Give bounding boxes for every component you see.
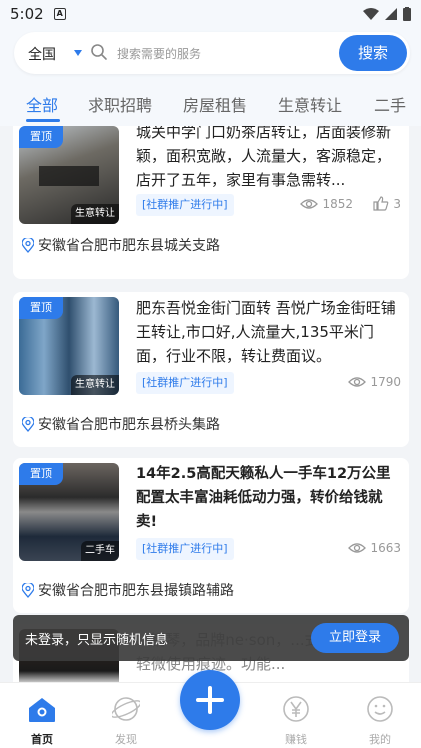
post-add-button[interactable] bbox=[180, 670, 240, 730]
promo-tag: [社群推广进行中] bbox=[136, 372, 234, 394]
nav-discover[interactable]: 发现 bbox=[96, 693, 156, 747]
post-title[interactable]: 肥东吾悦金街门面转 吾悦广场金街旺铺王转让,市口好,人流量大,135平米门面，行… bbox=[136, 296, 400, 368]
home-icon bbox=[29, 698, 55, 722]
location-text: 安徽省合肥市肥东县撮镇路辅路 bbox=[38, 583, 234, 599]
nav-profile-label: 我的 bbox=[369, 733, 391, 746]
search-button[interactable]: 搜索 bbox=[339, 35, 407, 71]
post-thumbnail[interactable]: 置顶 生意转让 bbox=[19, 126, 119, 224]
smile-icon bbox=[367, 696, 393, 722]
post-card[interactable]: 置顶 生意转让 城关中学门口奶茶店转让，店面装修新颖，面积宽敞，人流量大，客源稳… bbox=[13, 126, 409, 279]
tab-jobs[interactable]: 求职招聘 bbox=[88, 92, 152, 116]
post-card[interactable]: 置顶 生意转让 肥东吾悦金街门面转 吾悦广场金街旺铺王转让,市口好,人流量大,1… bbox=[13, 292, 409, 447]
category-badge: 生意转让 bbox=[71, 204, 119, 224]
search-icon bbox=[91, 44, 107, 60]
location-pin-icon bbox=[22, 237, 34, 253]
tab-all[interactable]: 全部 bbox=[26, 92, 58, 116]
view-count: 1852 bbox=[300, 197, 353, 211]
active-tab-indicator bbox=[26, 119, 60, 122]
post-thumbnail[interactable]: 置顶 二手车 bbox=[19, 463, 119, 561]
location-pin-icon bbox=[22, 416, 34, 432]
location-row: 安徽省合肥市肥东县桥头集路 bbox=[22, 414, 220, 434]
category-tabs: 全部 求职招聘 房屋租售 生意转让 二手 bbox=[0, 78, 421, 126]
view-count-value: 1663 bbox=[370, 541, 401, 555]
wifi-icon bbox=[363, 8, 379, 20]
login-toast: 未登录，只显示随机信息 立即登录 bbox=[13, 615, 409, 661]
location-row: 安徽省合肥市肥东县城关支路 bbox=[22, 235, 220, 255]
like-count[interactable]: 3 bbox=[373, 196, 401, 211]
region-caret-icon[interactable] bbox=[74, 50, 82, 56]
discover-icon bbox=[110, 697, 142, 721]
toast-message: 未登录，只显示随机信息 bbox=[25, 633, 169, 648]
post-thumbnail[interactable]: 置顶 生意转让 bbox=[19, 297, 119, 395]
tab-secondhand[interactable]: 二手 bbox=[374, 92, 406, 116]
login-button[interactable]: 立即登录 bbox=[311, 623, 399, 653]
nav-home[interactable]: 首页 bbox=[12, 693, 72, 747]
view-count-value: 1790 bbox=[370, 375, 401, 389]
view-count-value: 1852 bbox=[322, 197, 353, 211]
eye-icon bbox=[300, 199, 319, 209]
promo-tag: [社群推广进行中] bbox=[136, 538, 234, 560]
nav-home-label: 首页 bbox=[31, 733, 53, 746]
like-count-value: 3 bbox=[393, 196, 401, 211]
signal-icon bbox=[385, 8, 397, 20]
category-badge: 二手车 bbox=[81, 541, 119, 561]
yen-icon bbox=[283, 696, 309, 722]
nav-earn[interactable]: 赚钱 bbox=[266, 693, 326, 747]
nav-profile[interactable]: 我的 bbox=[350, 693, 410, 747]
promo-tag: [社群推广进行中] bbox=[136, 194, 234, 216]
eye-icon bbox=[348, 543, 367, 553]
category-badge: 生意转让 bbox=[71, 375, 119, 395]
notification-a-icon: A bbox=[53, 8, 66, 20]
pinned-badge: 置顶 bbox=[19, 126, 63, 148]
tab-housing[interactable]: 房屋租售 bbox=[183, 92, 247, 116]
status-right bbox=[363, 7, 411, 21]
location-row: 安徽省合肥市肥东县撮镇路辅路 bbox=[22, 580, 234, 600]
thumbnail-shelf-shape bbox=[39, 166, 99, 186]
view-count: 1663 bbox=[348, 541, 401, 555]
pinned-badge: 置顶 bbox=[19, 463, 63, 485]
pinned-badge: 置顶 bbox=[19, 297, 63, 319]
status-time: 5:02 bbox=[10, 5, 44, 23]
post-title[interactable]: 14年2.5高配天籁私人一手车12万公里配置太丰富油耗低动力强，转价给钱就卖! bbox=[136, 462, 400, 534]
post-feed[interactable]: 置顶 生意转让 城关中学门口奶茶店转让，店面装修新颖，面积宽敞，人流量大，客源稳… bbox=[0, 126, 421, 682]
region-selector[interactable]: 全国 bbox=[28, 44, 56, 64]
view-count: 1790 bbox=[348, 375, 401, 389]
location-pin-icon bbox=[22, 582, 34, 598]
thumbs-up-icon bbox=[373, 196, 389, 211]
tab-business-transfer[interactable]: 生意转让 bbox=[278, 92, 342, 116]
eye-icon bbox=[348, 377, 367, 387]
nav-discover-label: 发现 bbox=[115, 733, 137, 746]
search-box: 全国 搜索需要的服务 搜索 bbox=[14, 32, 410, 74]
location-text: 安徽省合肥市肥东县桥头集路 bbox=[38, 417, 220, 433]
search-header: 全国 搜索需要的服务 搜索 bbox=[0, 28, 421, 78]
plus-icon bbox=[196, 686, 224, 714]
location-text: 安徽省合肥市肥东县城关支路 bbox=[38, 238, 220, 254]
search-input[interactable]: 搜索需要的服务 bbox=[117, 45, 201, 62]
post-title[interactable]: 城关中学门口奶茶店转让，店面装修新颖，面积宽敞，人流量大，客源稳定，店开了五年，… bbox=[136, 126, 400, 192]
post-card[interactable]: 置顶 二手车 14年2.5高配天籁私人一手车12万公里配置太丰富油耗低动力强，转… bbox=[13, 458, 409, 613]
status-bar: 5:02 A bbox=[0, 0, 421, 28]
nav-earn-label: 赚钱 bbox=[285, 733, 307, 746]
battery-icon bbox=[403, 7, 411, 21]
